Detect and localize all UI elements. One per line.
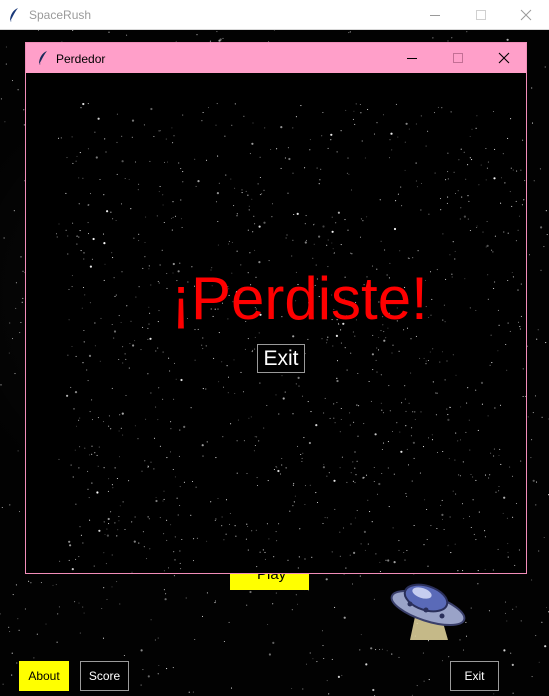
dialog-minimize-button[interactable]: [389, 43, 435, 73]
loser-dialog: Perdedor ¡Perdiste! Exit: [25, 42, 527, 574]
lose-message: ¡Perdiste!: [171, 265, 428, 332]
window-title: SpaceRush: [29, 8, 92, 22]
about-button[interactable]: About: [19, 661, 69, 691]
feather-icon: [38, 51, 47, 66]
feather-icon: [9, 8, 18, 23]
window-titlebar[interactable]: SpaceRush: [0, 0, 549, 30]
minimize-icon: [407, 58, 417, 59]
play-button-label: Play: [257, 574, 287, 583]
score-button[interactable]: Score: [80, 661, 129, 691]
dialog-starfield: [56, 103, 526, 573]
dialog-body: ¡Perdiste! Exit: [26, 73, 526, 573]
dialog-exit-button[interactable]: Exit: [257, 344, 305, 373]
dialog-maximize-button[interactable]: [435, 43, 481, 73]
play-button[interactable]: Play: [230, 574, 309, 590]
minimize-button[interactable]: [412, 0, 458, 30]
close-icon: [520, 9, 532, 21]
maximize-icon: [476, 10, 486, 20]
close-button[interactable]: [503, 0, 549, 30]
dialog-close-button[interactable]: [481, 43, 527, 73]
maximize-icon: [453, 53, 463, 63]
minimize-icon: [430, 15, 440, 16]
close-icon: [498, 52, 510, 64]
dialog-title: Perdedor: [56, 52, 106, 66]
maximize-button[interactable]: [458, 0, 504, 30]
exit-button[interactable]: Exit: [450, 661, 499, 691]
dialog-titlebar[interactable]: Perdedor: [26, 43, 526, 73]
ufo-icon: [390, 583, 466, 640]
